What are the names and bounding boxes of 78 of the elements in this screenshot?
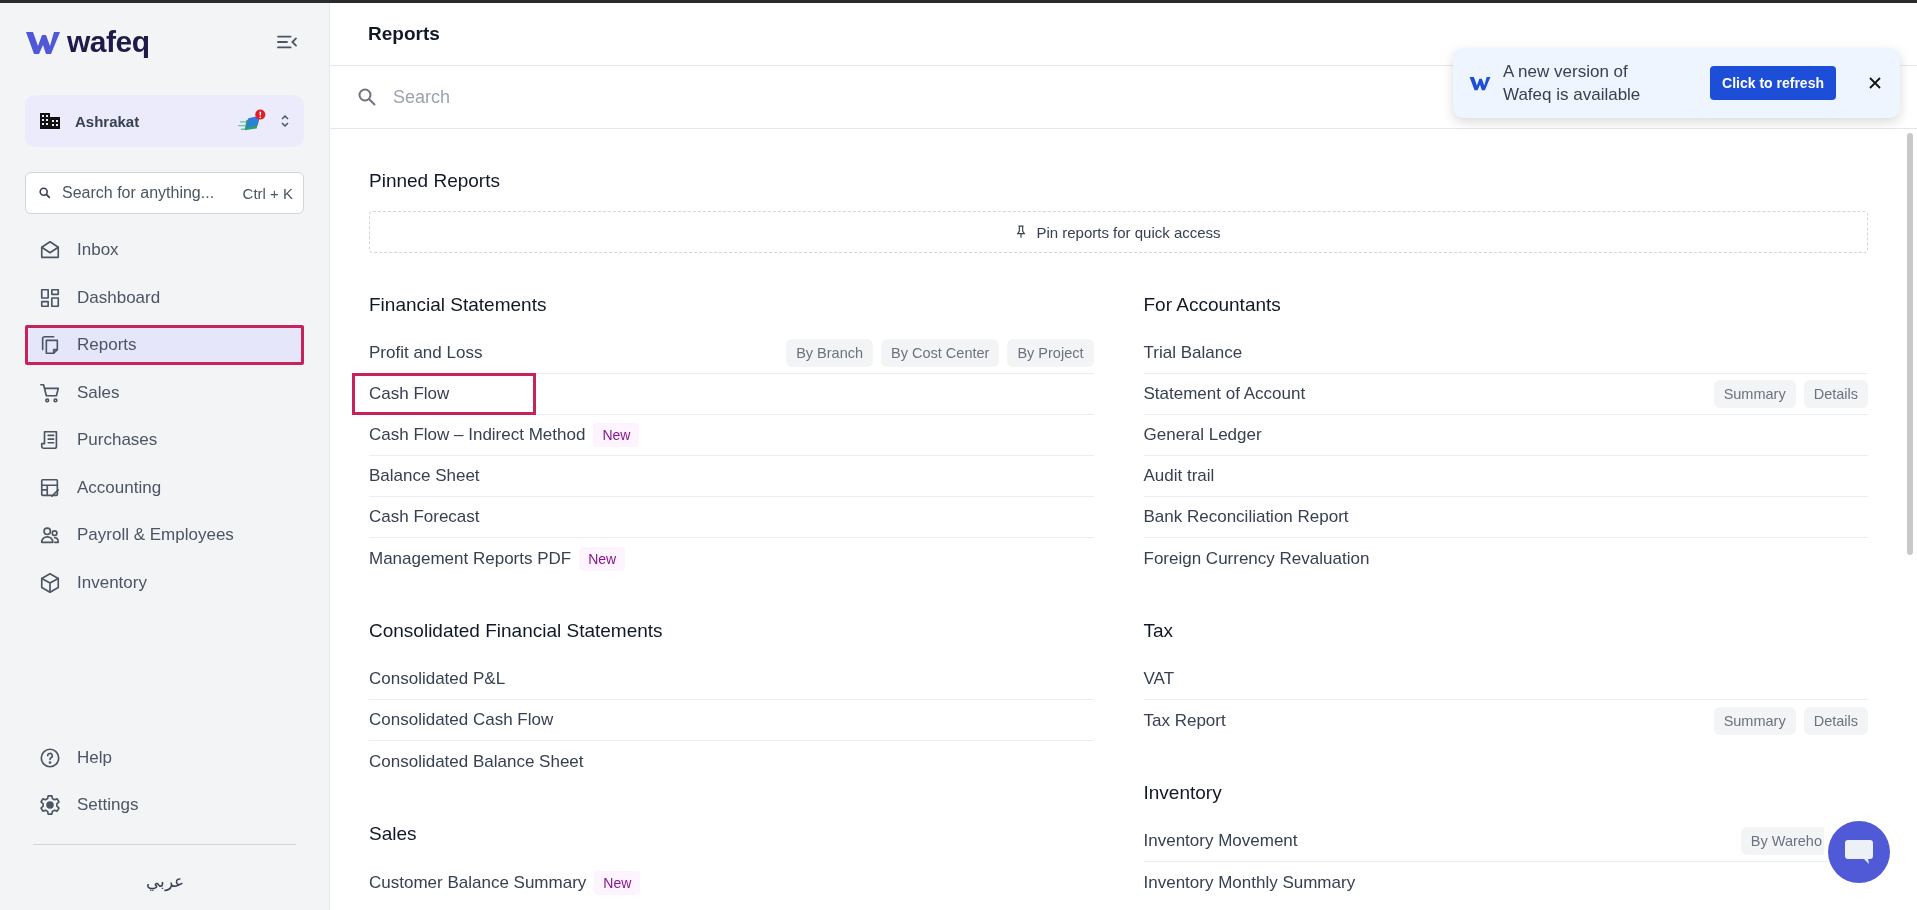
help-icon [39, 747, 61, 769]
report-variant-button[interactable]: By Branch [786, 339, 874, 367]
report-link[interactable]: Statement of Account [1143, 384, 1306, 404]
close-icon[interactable] [1868, 76, 1882, 90]
nav-item[interactable]: Inventory [25, 562, 304, 603]
report-variant-button[interactable]: By Cost Center [881, 339, 1000, 367]
chat-bubble-icon [1844, 839, 1874, 865]
search-icon [38, 186, 52, 200]
page-title: Reports [368, 23, 440, 45]
dashboard-icon [39, 286, 61, 309]
section-heading: Pinned Reports [369, 169, 501, 193]
report-link[interactable]: Bank Reconciliation Report [1143, 507, 1349, 527]
people-icon [39, 524, 61, 546]
report-variant-button[interactable]: Summary [1713, 380, 1796, 408]
nav-item[interactable]: Purchases [25, 420, 304, 460]
section-heading: Tax [1143, 619, 1175, 643]
report-link[interactable]: Cash Forecast [369, 507, 480, 527]
new-badge: New [579, 546, 626, 571]
report-link[interactable]: Tax Report [1143, 710, 1226, 731]
keyboard-shortcut: Ctrl + K [242, 184, 293, 202]
scrollbar[interactable] [1907, 133, 1913, 555]
nav-item[interactable]: Inbox [25, 230, 304, 270]
collapse-sidebar-icon[interactable] [276, 33, 298, 51]
report-link[interactable]: Balance Sheet [369, 466, 480, 486]
report-link[interactable]: Inventory Monthly Summary [1143, 872, 1356, 893]
documents-icon [39, 334, 61, 356]
report-variant-button[interactable]: Details [1803, 380, 1868, 408]
report-link[interactable]: Trial Balance [1143, 343, 1243, 363]
settings-icon [39, 794, 61, 816]
nav-item[interactable]: Sales [25, 372, 304, 413]
report-link[interactable]: Audit trail [1143, 466, 1215, 486]
organization-name: Ashrakat [75, 112, 141, 130]
pin-icon [1016, 225, 1027, 239]
report-link[interactable]: Consolidated Cash Flow [369, 710, 554, 730]
search-bar[interactable]: Search for anything... Ctrl + K [25, 172, 304, 214]
ledger-icon [39, 476, 61, 499]
organization-switcher[interactable]: Ashrakat [25, 95, 304, 147]
nav-item[interactable]: Dashboard [25, 277, 304, 318]
building-icon [39, 112, 61, 130]
new-badge: New [594, 870, 641, 895]
report-link[interactable]: Cash Flow [355, 376, 534, 412]
empty-message: Pin reports for quick access [1036, 223, 1221, 241]
report-link[interactable]: Inventory Movement [1143, 831, 1298, 851]
chevron-up-down-icon [280, 113, 290, 129]
cart-icon [39, 381, 61, 404]
report-link[interactable]: Customer Balance Summary [369, 872, 587, 893]
report-link[interactable]: Profit and Loss [369, 343, 483, 363]
logo-mark-icon [1469, 74, 1491, 92]
box-icon [39, 571, 61, 594]
new-badge: New [593, 423, 640, 447]
report-variant-button[interactable]: Summary [1713, 706, 1796, 735]
report-link[interactable]: Foreign Currency Revaluation [1143, 548, 1370, 569]
nav-item[interactable]: Reports [25, 325, 304, 365]
search-input[interactable]: Search for anything... [62, 184, 233, 202]
report-link[interactable]: Cash Flow – Indirect Method [369, 425, 586, 445]
section-heading: Sales [369, 822, 418, 846]
nav-item[interactable]: Help [25, 738, 304, 778]
language-link[interactable]: عربي [145, 871, 184, 892]
search-icon [357, 87, 377, 107]
report-variant-button[interactable]: By Wareho [1740, 827, 1824, 855]
report-link[interactable]: Management Reports PDF [369, 548, 572, 569]
report-link[interactable]: VAT [1143, 669, 1175, 689]
section-heading: Inventory [1143, 781, 1223, 805]
nav-item[interactable]: Accounting [25, 467, 304, 508]
report-variant-button[interactable]: Details [1803, 706, 1868, 735]
section-heading: Consolidated Financial Statements [369, 619, 664, 643]
envelope-icon [39, 239, 61, 261]
logo-text: wafeq [67, 25, 150, 59]
refresh-button[interactable]: Click to refresh [1710, 66, 1836, 100]
nav-item[interactable]: Payroll & Employees [25, 515, 304, 555]
report-variant-button[interactable]: By Project [1007, 339, 1094, 367]
report-link[interactable]: Consolidated Balance Sheet [369, 751, 584, 772]
report-link[interactable]: Consolidated P&L [369, 669, 506, 689]
section-heading: Financial Statements [369, 293, 548, 317]
nav-item[interactable]: Settings [25, 785, 304, 825]
section-heading: For Accountants [1143, 293, 1282, 317]
report-link[interactable]: General Ledger [1143, 425, 1262, 445]
organization-logo-icon [238, 109, 266, 133]
